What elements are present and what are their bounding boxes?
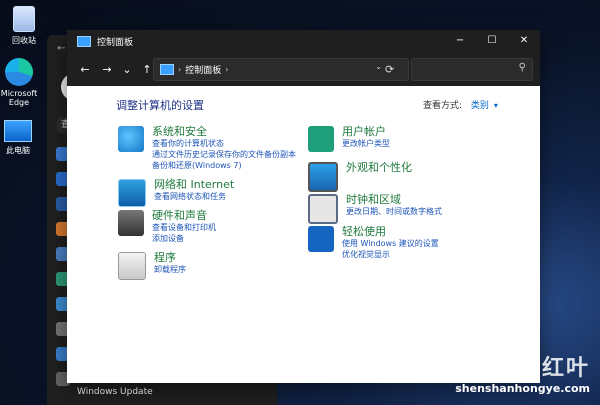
control-panel-window: 控制面板 − ☐ ✕ ← → ⌄ ↑ › 控制面板 › ⌄ ⟳ ⚲ 调整计算机的…: [67, 30, 540, 383]
category-link[interactable]: 更改日期、时间或数字格式: [346, 206, 442, 217]
page-title: 调整计算机的设置: [116, 99, 204, 112]
address-bar[interactable]: › 控制面板 › ⌄: [153, 58, 409, 81]
category-title[interactable]: 硬件和声音: [152, 209, 207, 222]
watermark: 深山红叶 shenshanhongye.com: [455, 350, 590, 395]
control-panel-content: 调整计算机的设置 查看方式: 类别 ▾ 系统和安全 查看你的计算机状态 通过文件…: [67, 86, 540, 383]
category-network: 网络和 Internet 查看网络状态和任务: [118, 179, 234, 207]
category-link[interactable]: 使用 Windows 建议的设置: [342, 238, 439, 249]
category-user-accounts: 用户帐户 更改帐户类型: [308, 126, 390, 152]
category-link[interactable]: 更改帐户类型: [342, 138, 390, 149]
network-icon[interactable]: [118, 179, 146, 207]
category-link[interactable]: 通过文件历史记录保存你的文件备份副本: [152, 149, 296, 160]
recent-locations-button[interactable]: ⌄: [119, 63, 135, 76]
window-title: 控制面板: [97, 37, 134, 48]
category-title[interactable]: 系统和安全: [152, 125, 207, 138]
control-panel-icon: [77, 35, 91, 47]
view-by-label: 查看方式:: [423, 101, 463, 111]
accessibility-icon[interactable]: [308, 226, 334, 252]
clock-icon[interactable]: [308, 194, 338, 224]
view-by-dropdown[interactable]: 类别: [471, 101, 489, 111]
close-button[interactable]: ✕: [508, 30, 540, 52]
navigation-bar: ← → ⌄ ↑ › 控制面板 › ⌄ ⟳ ⚲: [67, 52, 540, 86]
chevron-down-icon[interactable]: ⌄: [375, 62, 382, 71]
category-link[interactable]: 查看设备和打印机: [152, 222, 216, 233]
desktop-icon-edge[interactable]: Microsoft Edge: [0, 58, 46, 107]
chevron-down-icon[interactable]: ▾: [494, 101, 498, 110]
chevron-right-icon[interactable]: ›: [225, 65, 228, 74]
sidebar-item-windows-update[interactable]: Windows Update: [77, 387, 153, 397]
watermark-logo: 深山红叶: [493, 356, 590, 381]
category-link[interactable]: 添加设备: [152, 233, 216, 244]
recycle-bin-icon: [13, 6, 35, 32]
refresh-button[interactable]: ⟳: [385, 63, 394, 76]
monitor-icon[interactable]: [308, 162, 338, 192]
category-title[interactable]: 用户帐户: [342, 125, 386, 138]
shield-icon[interactable]: [118, 126, 144, 152]
category-link[interactable]: 查看网络状态和任务: [154, 191, 234, 202]
printer-icon[interactable]: [118, 210, 144, 236]
window-controls: − ☐ ✕: [444, 30, 540, 52]
computer-icon: [4, 120, 32, 142]
category-ease-of-access: 轻松使用 使用 Windows 建议的设置 优化视觉显示: [308, 226, 439, 260]
desktop-icon-recycle-bin[interactable]: 回收站: [0, 6, 51, 46]
programs-icon[interactable]: [118, 252, 146, 280]
category-link[interactable]: 卸载程序: [154, 264, 186, 275]
back-arrow-icon[interactable]: ←: [57, 43, 65, 54]
category-programs: 程序 卸载程序: [118, 252, 186, 280]
category-clock-region: 时钟和区域 更改日期、时间或数字格式: [308, 194, 442, 224]
view-by: 查看方式: 类别 ▾: [423, 98, 498, 111]
category-link[interactable]: 备份和还原(Windows 7): [152, 160, 296, 171]
watermark-url: shenshanhongye.com: [455, 382, 590, 395]
maximize-button[interactable]: ☐: [476, 30, 508, 52]
category-system-security: 系统和安全 查看你的计算机状态 通过文件历史记录保存你的文件备份副本 备份和还原…: [118, 126, 296, 171]
category-link[interactable]: 查看你的计算机状态: [152, 138, 296, 149]
desktop-icon-label: 此电脑: [6, 146, 30, 155]
category-title[interactable]: 轻松使用: [342, 225, 386, 238]
search-input[interactable]: ⚲: [411, 58, 533, 81]
chevron-right-icon[interactable]: ›: [178, 65, 181, 74]
back-button[interactable]: ←: [77, 63, 93, 76]
category-title[interactable]: 外观和个性化: [346, 161, 412, 174]
category-title[interactable]: 时钟和区域: [346, 193, 401, 206]
breadcrumb[interactable]: 控制面板: [185, 63, 221, 76]
title-bar: 控制面板 − ☐ ✕: [67, 30, 540, 52]
category-title[interactable]: 网络和 Internet: [154, 178, 234, 191]
control-panel-icon: [160, 64, 174, 75]
category-title[interactable]: 程序: [154, 251, 176, 264]
category-hardware-sound: 硬件和声音 查看设备和打印机 添加设备: [118, 210, 216, 244]
user-icon[interactable]: [308, 126, 334, 152]
edge-icon: [5, 58, 33, 86]
desktop-icon-this-pc[interactable]: 此电脑: [0, 120, 45, 156]
forward-button[interactable]: →: [99, 63, 115, 76]
desktop-icon-label: Microsoft Edge: [0, 89, 38, 107]
desktop-icon-label: 回收站: [12, 36, 36, 45]
search-icon: ⚲: [518, 62, 526, 73]
category-appearance: 外观和个性化: [308, 162, 412, 192]
category-link[interactable]: 优化视觉显示: [342, 249, 439, 260]
minimize-button[interactable]: −: [444, 30, 476, 52]
